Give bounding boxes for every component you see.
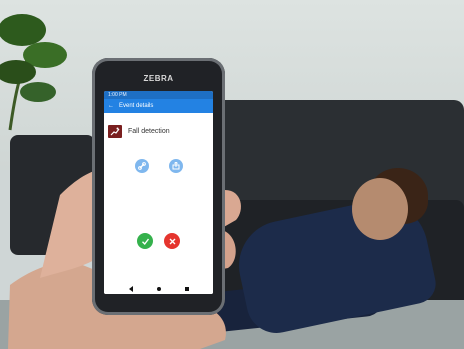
nav-recents-icon[interactable]	[184, 286, 189, 291]
handheld-device: ZEBRA 1:00 PM ← Event details Fall detec…	[92, 58, 225, 315]
reject-button[interactable]	[164, 233, 180, 249]
link-icon[interactable]	[134, 159, 149, 173]
app-title: Event details	[119, 103, 154, 109]
event-description	[104, 140, 213, 143]
photo-scene: ZEBRA 1:00 PM ← Event details Fall detec…	[0, 0, 464, 349]
event-title: Fall detection	[128, 128, 170, 135]
back-arrow-icon[interactable]: ←	[108, 99, 114, 113]
plant	[0, 14, 67, 131]
app-bar: ← Event details	[104, 99, 213, 113]
nav-back-icon[interactable]	[128, 285, 133, 292]
person-head	[352, 178, 408, 240]
accept-button[interactable]	[137, 233, 153, 249]
decision-row	[104, 233, 213, 249]
event-meta	[104, 113, 213, 123]
share-icon[interactable]	[168, 159, 183, 173]
status-time: 1:00 PM	[108, 92, 127, 98]
fall-alert-icon	[108, 125, 122, 138]
nav-home-icon[interactable]	[156, 286, 161, 291]
event-actions	[104, 159, 213, 173]
device-brand: ZEBRA	[143, 74, 174, 83]
check-icon	[141, 238, 149, 245]
event-header: Fall detection	[104, 123, 213, 140]
status-bar: 1:00 PM	[104, 91, 213, 99]
android-nav-bar	[104, 283, 213, 294]
close-icon	[169, 238, 175, 244]
device-screen: 1:00 PM ← Event details Fall detection	[104, 91, 213, 294]
